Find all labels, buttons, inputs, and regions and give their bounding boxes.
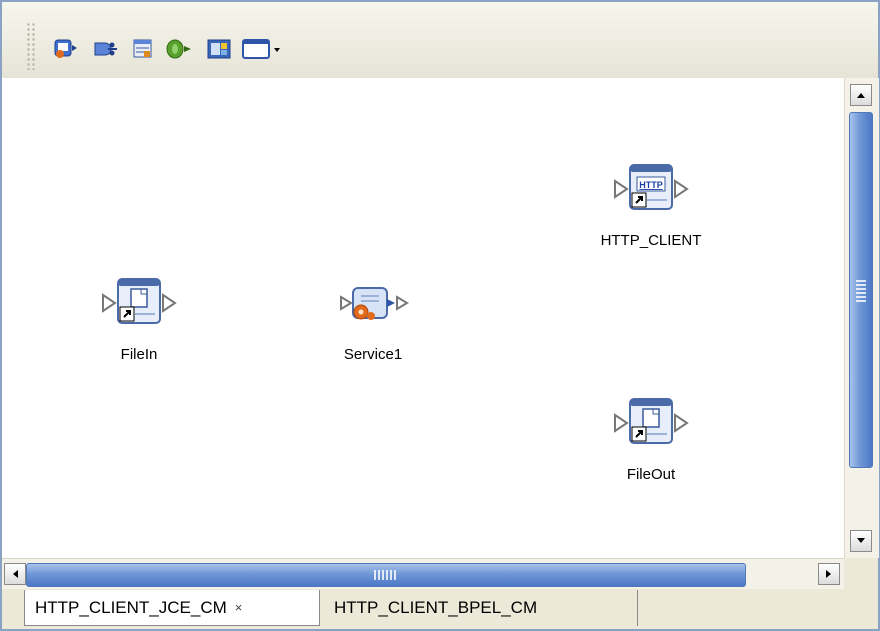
- node-file-out[interactable]: FileOut: [586, 394, 716, 483]
- add-service-icon: [54, 39, 77, 58]
- toolbar-grip[interactable]: [26, 22, 36, 70]
- http-client-icon: HTTP: [614, 164, 689, 210]
- add-database-icon: [166, 39, 191, 59]
- arrow-down-icon: [857, 538, 865, 543]
- arrow-up-icon: [857, 93, 865, 98]
- scroll-left-button[interactable]: [4, 563, 26, 585]
- window-dropdown-icon: [242, 39, 280, 59]
- arrow-right-icon: [826, 570, 831, 578]
- add-table-icon: [133, 39, 152, 58]
- node-file-in[interactable]: FileIn: [74, 274, 204, 363]
- http-badge-text: HTTP: [639, 180, 663, 190]
- service-icon: [340, 287, 409, 320]
- horizontal-scrollbar[interactable]: [2, 558, 844, 589]
- tab-http-client-jce-cm[interactable]: HTTP_CLIENT_JCE_CM ×: [24, 590, 320, 626]
- file-in-icon: [102, 278, 177, 324]
- collaboration-editor-window: HTTP HTTP_CLIENT FileIn Service1 FileOut…: [0, 0, 880, 631]
- file-out-icon: [614, 398, 689, 444]
- scroll-down-button[interactable]: [850, 530, 872, 552]
- tab-label: HTTP_CLIENT_BPEL_CM: [334, 598, 538, 617]
- add-connector-button[interactable]: [90, 34, 120, 64]
- node-service1[interactable]: Service1: [308, 274, 438, 363]
- editor-tab-bar: HTTP_CLIENT_JCE_CM × HTTP_CLIENT_BPEL_CM: [2, 590, 878, 629]
- scroll-right-button[interactable]: [818, 563, 840, 585]
- tab-http-client-bpel-cm[interactable]: HTTP_CLIENT_BPEL_CM: [320, 590, 638, 626]
- node-http-client[interactable]: HTTP HTTP_CLIENT: [586, 160, 716, 249]
- tab-label: HTTP_CLIENT_JCE_CM: [35, 597, 227, 617]
- editor-toolbar: [2, 2, 878, 79]
- node-label: HTTP_CLIENT: [600, 232, 702, 249]
- horizontal-scroll-thumb[interactable]: [26, 563, 746, 587]
- node-label: Service1: [343, 346, 403, 363]
- vertical-scrollbar[interactable]: [844, 78, 879, 558]
- add-table-button[interactable]: [128, 34, 158, 64]
- close-tab-icon[interactable]: ×: [235, 600, 243, 615]
- node-label: FileOut: [626, 466, 676, 483]
- arrow-left-icon: [13, 570, 18, 578]
- add-image-icon: [207, 39, 231, 59]
- add-connector-icon: [94, 42, 117, 56]
- vertical-scroll-thumb[interactable]: [849, 112, 873, 468]
- node-label: FileIn: [120, 346, 158, 363]
- add-image-button[interactable]: [204, 34, 234, 64]
- scroll-up-button[interactable]: [850, 84, 872, 106]
- add-database-button[interactable]: [164, 34, 194, 64]
- diagram-canvas[interactable]: HTTP HTTP_CLIENT FileIn Service1 FileOut: [2, 78, 844, 558]
- add-service-button[interactable]: [50, 34, 80, 64]
- window-dropdown-button[interactable]: [238, 34, 284, 64]
